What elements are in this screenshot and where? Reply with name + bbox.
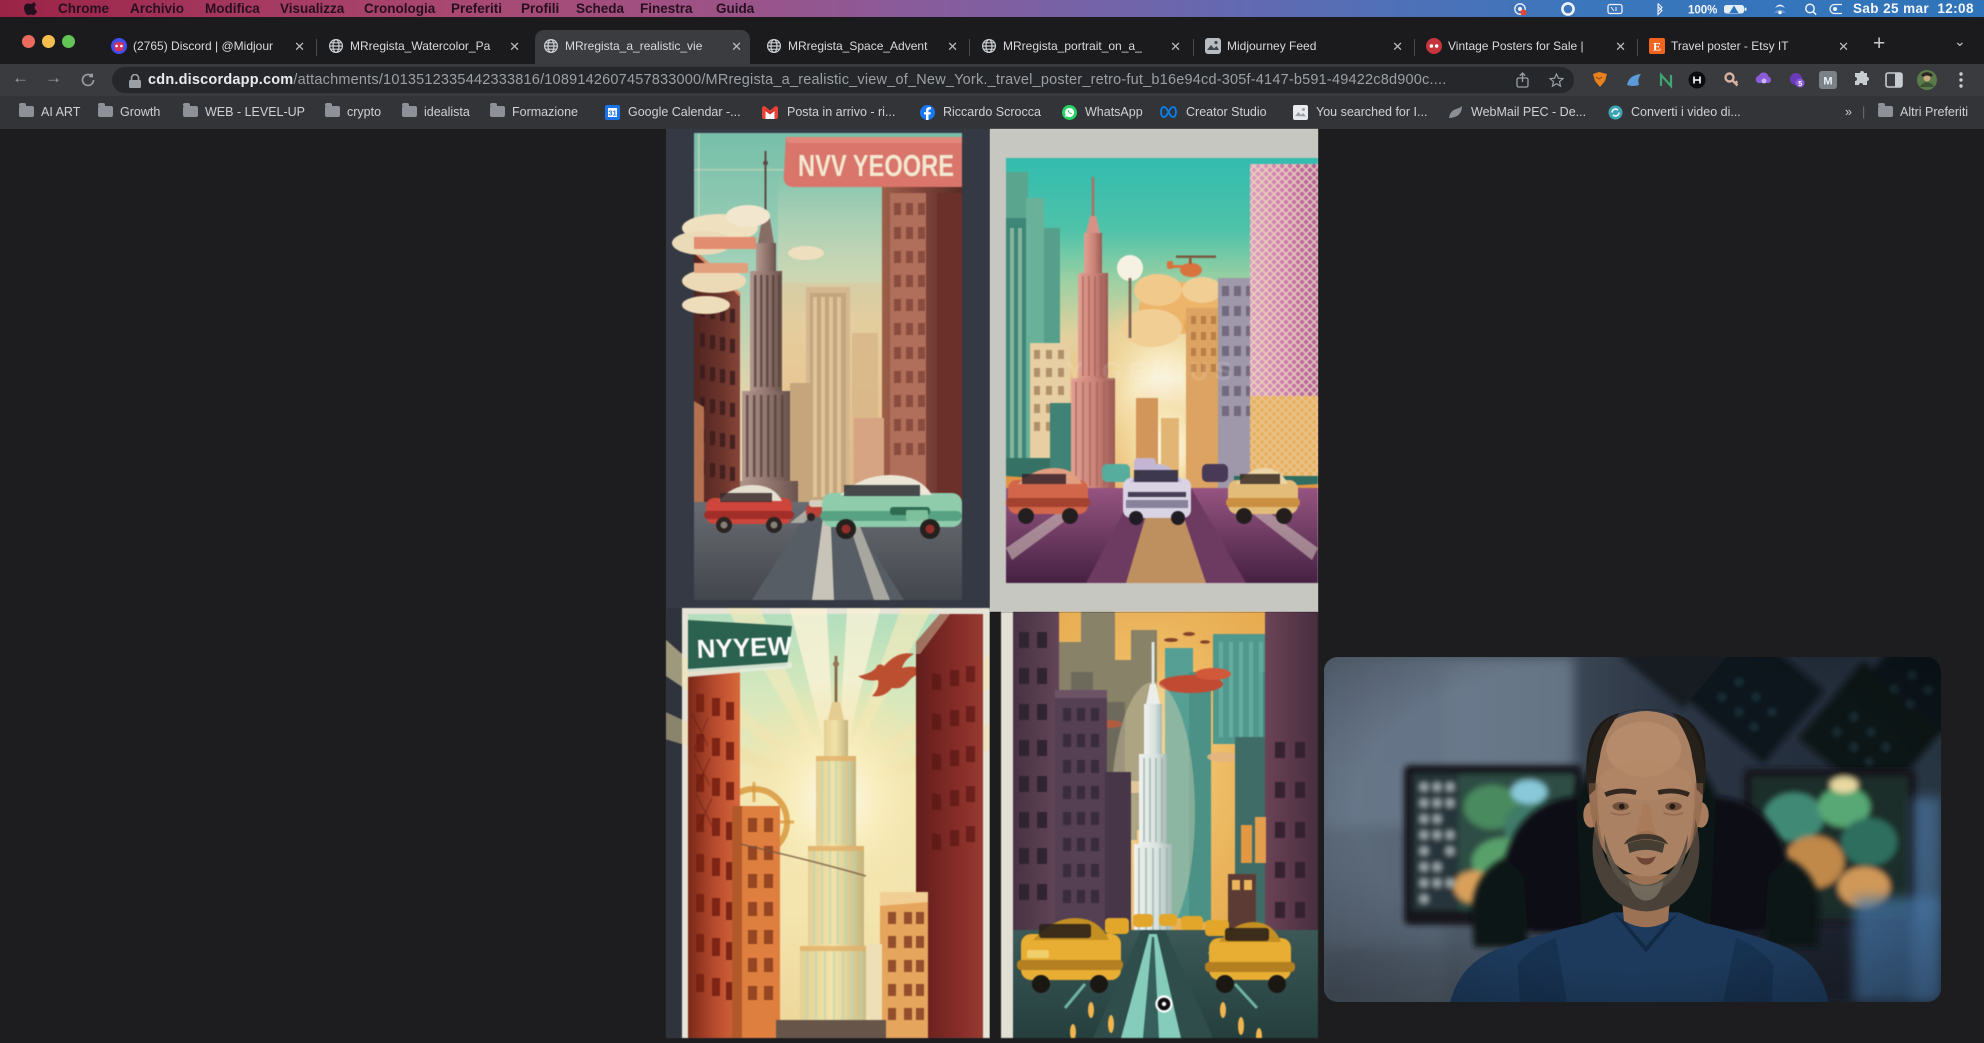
svg-text:NYYEW: NYYEW bbox=[696, 631, 793, 664]
svg-text:31: 31 bbox=[608, 109, 616, 118]
svg-text:Y GENIUS: Y GENIUS bbox=[1066, 356, 1238, 386]
svg-text:100%: 100% bbox=[1688, 5, 1717, 17]
svg-text:NVV YEOORE: NVV YEOORE bbox=[798, 148, 954, 183]
svg-text:M: M bbox=[1823, 76, 1832, 88]
svg-text:5: 5 bbox=[1798, 81, 1802, 88]
svg-text:E: E bbox=[1653, 40, 1661, 54]
